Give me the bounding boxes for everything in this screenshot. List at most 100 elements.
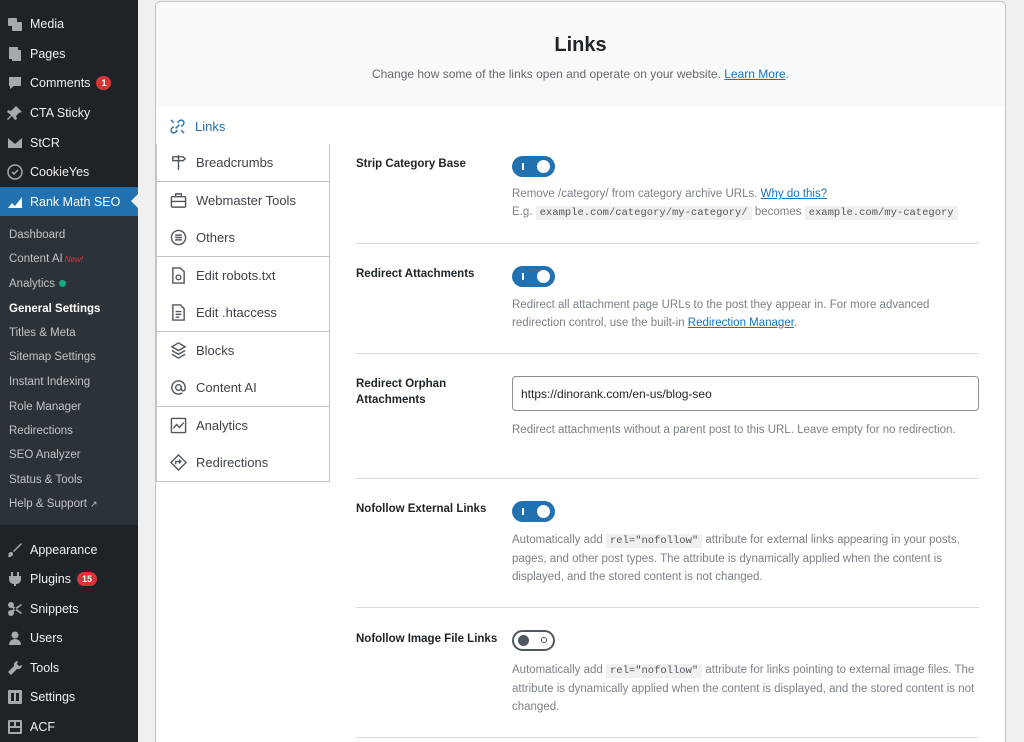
- media-icon: [7, 16, 23, 32]
- submenu-content-ai[interactable]: Content AI New!: [9, 253, 83, 265]
- tab-blocks[interactable]: Blocks: [156, 332, 330, 370]
- file-text-icon: [169, 304, 187, 322]
- why-do-this-link[interactable]: Why do this?: [761, 188, 827, 200]
- toggle-knob: [537, 270, 550, 283]
- admin-sidebar: Media Pages Comments 1 CTA Sticky StCR C…: [0, 0, 138, 742]
- wrench-icon: [7, 660, 23, 676]
- description-text: Change how some of the links open and op…: [372, 67, 721, 81]
- menu-item-plugins[interactable]: Plugins 15: [0, 564, 138, 593]
- example-prefix: E.g.: [512, 206, 533, 218]
- pages-icon: [7, 46, 23, 62]
- submenu-help-support[interactable]: Help & Support ↗: [9, 498, 98, 510]
- menu-item-comments[interactable]: Comments 1: [0, 68, 138, 97]
- tab-redirections[interactable]: Redirections: [156, 444, 330, 482]
- tab-edit-robots[interactable]: Edit robots.txt: [156, 257, 330, 295]
- tab-links[interactable]: Links: [156, 107, 330, 145]
- nofollow-image-toggle[interactable]: [512, 630, 555, 651]
- settings-icon: [7, 689, 23, 705]
- menu-item-label: Rank Math SEO: [30, 194, 121, 209]
- nofollow-external-toggle[interactable]: [512, 501, 555, 522]
- menu-item-settings[interactable]: Settings: [0, 682, 138, 711]
- menu-item-appearance[interactable]: Appearance: [0, 535, 138, 564]
- menu-item-label: Settings: [30, 689, 76, 704]
- description-text: Automatically add: [512, 534, 603, 546]
- submenu-status-tools[interactable]: Status & Tools: [9, 474, 82, 486]
- submenu-label: Analytics: [9, 278, 56, 290]
- menu-item-snippets[interactable]: Snippets: [0, 594, 138, 623]
- example-url-before: example.com/category/my-category/: [535, 206, 752, 220]
- toggle-on-mark: [522, 273, 524, 280]
- list-circle-icon: [169, 229, 187, 247]
- tab-edit-htaccess[interactable]: Edit .htaccess: [156, 294, 330, 332]
- description-text: Automatically add: [512, 664, 603, 676]
- menu-item-cta-sticky[interactable]: CTA Sticky: [0, 98, 138, 127]
- page-title: Links: [554, 34, 607, 56]
- menu-item-label: Users: [30, 630, 63, 645]
- nofollow-external-description: Automatically add rel="nofollow" attribu…: [512, 531, 982, 586]
- redirection-manager-link[interactable]: Redirection Manager: [688, 317, 794, 329]
- toggle-knob: [518, 635, 529, 646]
- redirect-orphan-url-input[interactable]: [512, 376, 979, 411]
- tab-label: Edit .htaccess: [196, 305, 277, 320]
- menu-item-label: Tools: [30, 660, 60, 675]
- settings-header: Links Change how some of the links open …: [155, 1, 1006, 108]
- menu-item-rank-math-seo[interactable]: Rank Math SEO: [0, 187, 138, 216]
- external-link-icon: ↗: [90, 499, 98, 509]
- file-robot-icon: [169, 267, 187, 285]
- nofollow-external-label: Nofollow External Links: [356, 503, 487, 515]
- cookie-icon: [7, 163, 23, 180]
- label-line: Attachments: [356, 394, 426, 406]
- toggle-on-mark: [522, 163, 524, 170]
- menu-item-label: CTA Sticky: [30, 105, 91, 120]
- redirect-attachments-toggle[interactable]: [512, 266, 555, 287]
- menu-item-label: CookieYes: [30, 164, 90, 179]
- submenu-titles-meta[interactable]: Titles & Meta: [9, 327, 76, 339]
- menu-item-label: Comments: [30, 75, 91, 90]
- submenu-dashboard[interactable]: Dashboard: [9, 229, 65, 241]
- plugin-icon: [7, 571, 23, 587]
- learn-more-link[interactable]: Learn More: [724, 67, 785, 81]
- submenu-seo-analyzer[interactable]: SEO Analyzer: [9, 449, 81, 461]
- current-menu-arrow: [131, 194, 138, 208]
- tab-label: Links: [195, 118, 226, 134]
- tab-label: Analytics: [196, 418, 249, 433]
- links-icon: [168, 117, 186, 135]
- submenu-analytics[interactable]: Analytics: [9, 278, 67, 290]
- becomes-text: becomes: [754, 206, 802, 218]
- menu-item-cookieyes[interactable]: CookieYes: [0, 157, 138, 186]
- tab-content-ai[interactable]: Content AI: [156, 369, 330, 407]
- submenu-instant-indexing[interactable]: Instant Indexing: [9, 376, 90, 388]
- menu-item-label: Media: [30, 16, 65, 31]
- main-content: Links Change how some of the links open …: [138, 0, 1024, 742]
- example-url-after: example.com/my-category: [804, 206, 958, 220]
- menu-item-users[interactable]: Users: [0, 623, 138, 652]
- tab-analytics[interactable]: Analytics: [156, 407, 330, 445]
- nofollow-code: rel="nofollow": [605, 534, 703, 548]
- menu-item-label: Appearance: [30, 542, 98, 557]
- menu-item-tools[interactable]: Tools: [0, 653, 138, 682]
- menu-item-acf[interactable]: ACF: [0, 712, 138, 741]
- brush-icon: [7, 542, 23, 558]
- strip-category-description: Remove /category/ from category archive …: [512, 185, 982, 222]
- row-divider: [356, 607, 979, 608]
- nofollow-code: rel="nofollow": [605, 664, 703, 678]
- tab-others[interactable]: Others: [156, 219, 330, 257]
- submenu-label: Content AI: [9, 253, 63, 265]
- submenu-label: Help & Support: [9, 498, 87, 510]
- menu-item-stcr[interactable]: StCR: [0, 128, 138, 157]
- acf-icon: [7, 719, 23, 735]
- menu-item-pages[interactable]: Pages: [0, 39, 138, 68]
- tab-label: Edit robots.txt: [196, 268, 276, 283]
- strip-category-toggle[interactable]: [512, 156, 555, 177]
- status-dot: [59, 280, 67, 288]
- tab-webmaster-tools[interactable]: Webmaster Tools: [156, 182, 330, 220]
- redirect-orphan-label: Redirect Orphan Attachments: [356, 376, 446, 408]
- submenu-general-settings[interactable]: General Settings: [9, 303, 100, 315]
- tab-label: Others: [196, 230, 236, 245]
- submenu-role-manager[interactable]: Role Manager: [9, 401, 81, 413]
- submenu-redirections[interactable]: Redirections: [9, 425, 73, 437]
- menu-item-media[interactable]: Media: [0, 9, 138, 38]
- submenu-sitemap-settings[interactable]: Sitemap Settings: [9, 351, 96, 363]
- tab-breadcrumbs[interactable]: Breadcrumbs: [156, 144, 330, 182]
- pin-icon: [7, 105, 23, 121]
